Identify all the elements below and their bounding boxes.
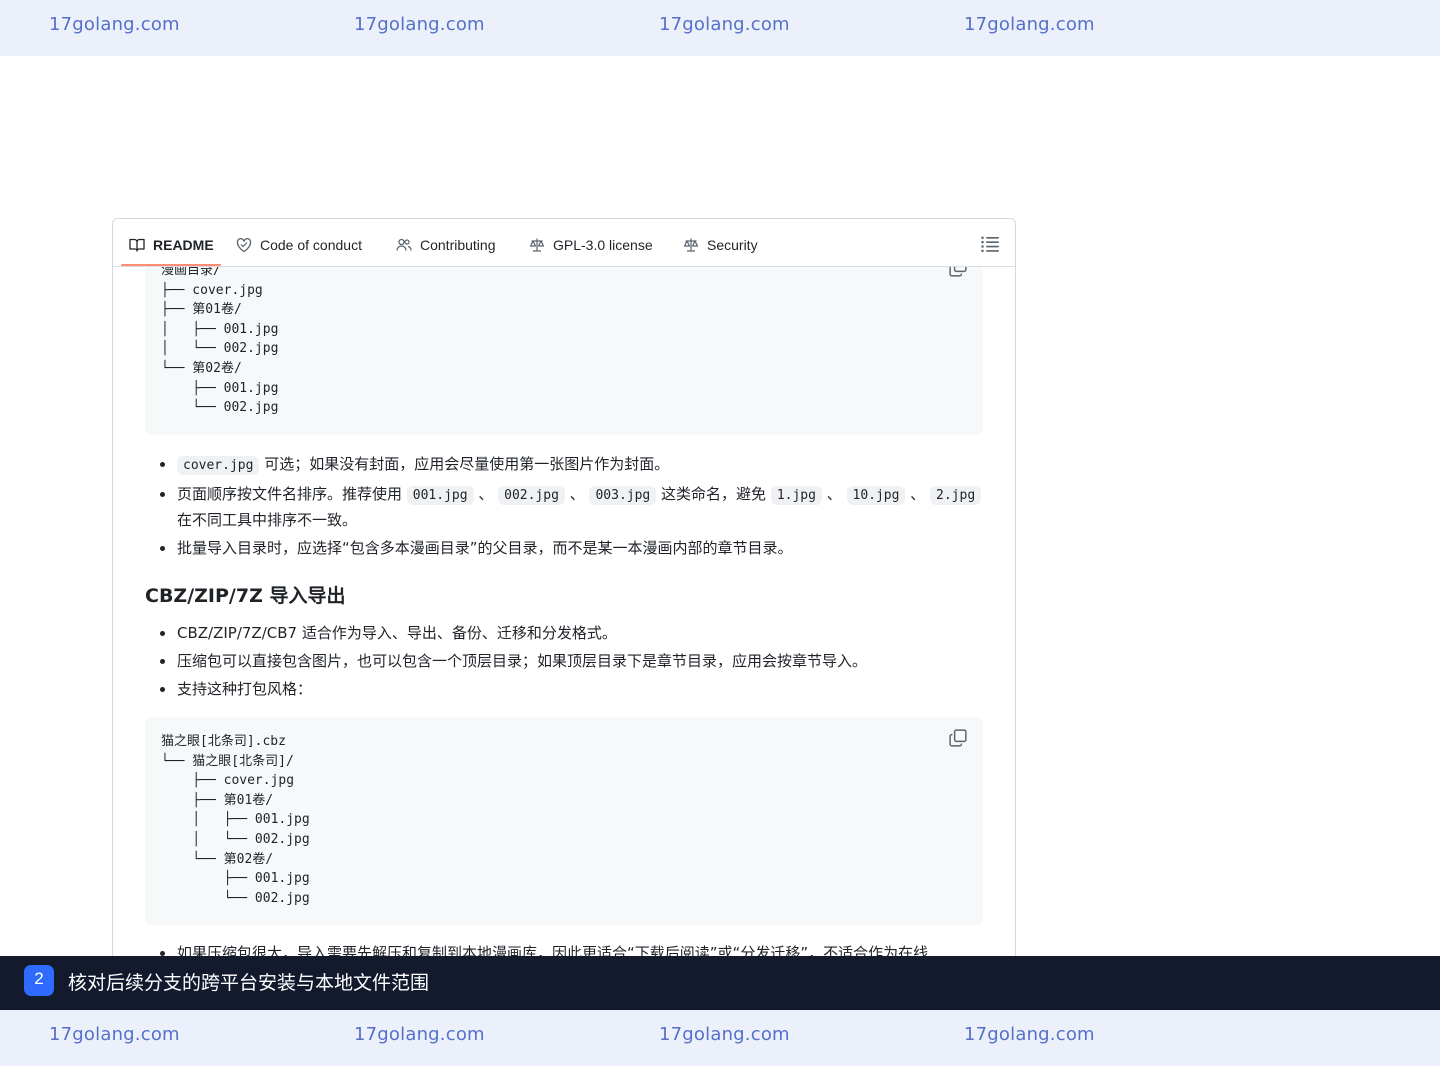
- watermark-text: 17golang.com: [964, 1024, 1095, 1045]
- list-item-text: 在不同工具中排序不一致。: [177, 511, 358, 529]
- step-caption-bar: 2 核对后续分支的跨平台安装与本地文件范围: [0, 956, 1440, 1010]
- people-icon: [396, 238, 412, 251]
- tab-license[interactable]: GPL-3.0 license: [529, 235, 653, 255]
- list-item-text: 压缩包可以直接包含图片，也可以包含一个顶层目录；如果顶层目录下是章节目录，应用会…: [177, 652, 868, 670]
- inline-code: 003.jpg: [589, 486, 657, 505]
- watermark-bar-bottom: 17golang.com 17golang.com 17golang.com 1…: [0, 1010, 1440, 1066]
- copy-icon[interactable]: [949, 729, 967, 747]
- list-item: 支持这种打包风格：: [145, 677, 985, 701]
- tab-code-of-conduct[interactable]: Code of conduct: [236, 235, 362, 255]
- inline-code: 001.jpg: [406, 486, 474, 505]
- tab-label: Contributing: [420, 237, 496, 253]
- tab-label: README: [153, 237, 214, 253]
- watermark-bar-top: 17golang.com 17golang.com 17golang.com 1…: [0, 0, 1440, 56]
- tab-label: Security: [707, 237, 758, 253]
- list-item-text: 可选；如果没有封面，应用会尽量使用第一张图片作为封面。: [259, 455, 670, 473]
- scale-icon: [529, 238, 545, 252]
- tab-label: GPL-3.0 license: [553, 237, 653, 253]
- tab-security[interactable]: Security: [683, 235, 758, 255]
- table-of-contents-icon[interactable]: [979, 234, 1001, 254]
- inline-code: 002.jpg: [498, 486, 565, 505]
- code-block-text: 漫画目录/ ├── cover.jpg ├── 第01卷/ │ ├── 001.…: [161, 263, 279, 416]
- active-tab-underline: [121, 264, 221, 266]
- list-item: 压缩包可以直接包含图片，也可以包含一个顶层目录；如果顶层目录下是章节目录，应用会…: [145, 649, 985, 673]
- inline-code: 2.jpg: [930, 486, 982, 505]
- watermark-text: 17golang.com: [354, 14, 485, 35]
- inline-code: 10.jpg: [846, 486, 906, 505]
- bullet-list-notes: cover.jpg 可选；如果没有封面，应用会尽量使用第一张图片作为封面。 页面…: [145, 452, 985, 564]
- separator-text: 、: [821, 485, 847, 503]
- separator-text: 、: [473, 485, 499, 503]
- list-item: cover.jpg 可选；如果没有封面，应用会尽量使用第一张图片作为封面。: [145, 452, 985, 478]
- watermark-text: 17golang.com: [354, 1024, 485, 1045]
- step-number-badge: 2: [24, 965, 54, 996]
- readme-tab-bar: README Code of conduct Contributing GPL-…: [113, 219, 1015, 267]
- section-heading: CBZ/ZIP/7Z 导入导出: [145, 585, 346, 607]
- watermark-text: 17golang.com: [49, 1024, 180, 1045]
- tab-label: Code of conduct: [260, 237, 362, 253]
- list-item-text: CBZ/ZIP/7Z/CB7 适合作为导入、导出、备份、迁移和分发格式。: [177, 624, 617, 642]
- inline-code: cover.jpg: [177, 456, 260, 475]
- watermark-text: 17golang.com: [659, 14, 790, 35]
- step-title: 核对后续分支的跨平台安装与本地文件范围: [68, 972, 430, 994]
- watermark-text: 17golang.com: [659, 1024, 790, 1045]
- watermark-text: 17golang.com: [964, 14, 1095, 35]
- heart-handshake-icon: [236, 238, 252, 253]
- readme-panel: 漫画目录/ ├── cover.jpg ├── 第01卷/ │ ├── 001.…: [112, 218, 1016, 958]
- bullet-list-archive: CBZ/ZIP/7Z/CB7 适合作为导入、导出、备份、迁移和分发格式。 压缩包…: [145, 621, 985, 705]
- list-item: 批量导入目录时，应选择“包含多本漫画目录”的父目录，而不是某一本漫画内部的章节目…: [145, 536, 985, 560]
- list-item-text: 这类命名，避免: [656, 485, 771, 503]
- list-item-text: 页面顺序按文件名排序。推荐使用: [177, 485, 407, 503]
- separator-text: 、: [905, 485, 931, 503]
- list-item-text: 支持这种打包风格：: [177, 680, 313, 698]
- code-block-archive-tree: 猫之眼[北条司].cbz └── 猫之眼[北条司]/ ├── cover.jpg…: [145, 717, 983, 925]
- inline-code: 1.jpg: [770, 486, 822, 505]
- list-item: 页面顺序按文件名排序。推荐使用 001.jpg 、 002.jpg 、 003.…: [145, 482, 985, 532]
- book-icon: [129, 238, 145, 252]
- scale-icon: [683, 238, 699, 252]
- code-block-text: 猫之眼[北条司].cbz └── 猫之眼[北条司]/ ├── cover.jpg…: [161, 734, 310, 906]
- list-item-text: 批量导入目录时，应选择“包含多本漫画目录”的父目录，而不是某一本漫画内部的章节目…: [177, 539, 793, 557]
- code-block-directory-tree: 漫画目录/ ├── cover.jpg ├── 第01卷/ │ ├── 001.…: [145, 249, 983, 435]
- readme-content: 漫画目录/ ├── cover.jpg ├── 第01卷/ │ ├── 001.…: [113, 219, 1015, 958]
- watermark-text: 17golang.com: [49, 14, 180, 35]
- list-item: CBZ/ZIP/7Z/CB7 适合作为导入、导出、备份、迁移和分发格式。: [145, 621, 985, 645]
- tab-readme[interactable]: README: [129, 235, 214, 255]
- separator-text: 、: [564, 485, 590, 503]
- tab-contributing[interactable]: Contributing: [396, 235, 496, 255]
